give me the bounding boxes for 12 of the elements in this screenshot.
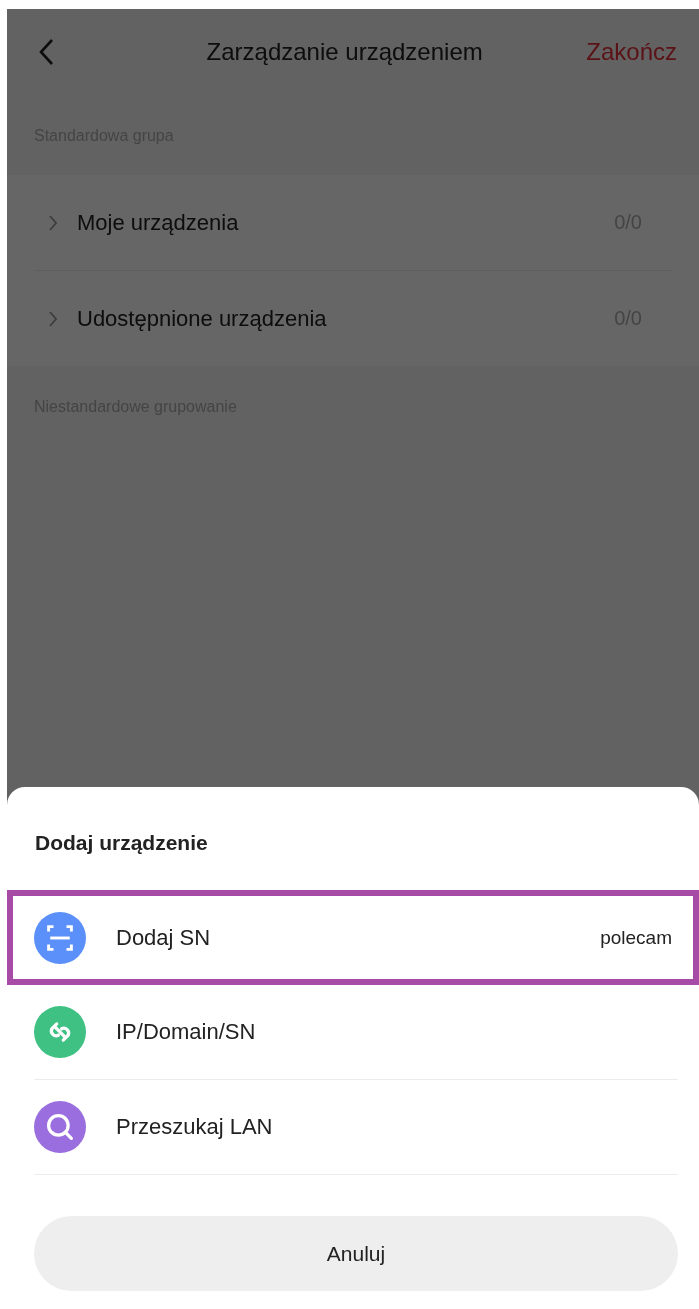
option-label: Przeszukaj LAN bbox=[116, 1114, 274, 1140]
option-row[interactable]: Dodaj SN polecam bbox=[7, 890, 699, 985]
group-name: Moje urządzenia bbox=[77, 209, 240, 236]
sheet-title: Dodaj urządzenie bbox=[34, 830, 209, 856]
option-row[interactable]: IP/Domain/SN bbox=[34, 985, 678, 1080]
option-label: Dodaj SN bbox=[116, 924, 212, 951]
group-name: Udostępnione urządzenia bbox=[77, 305, 328, 332]
recommended-label: polecam bbox=[600, 926, 672, 949]
page-title: Zarządzanie urządzeniem bbox=[205, 38, 484, 66]
option-label: IP/Domain/SN bbox=[116, 1019, 257, 1045]
option-row[interactable]: Przeszukaj LAN bbox=[34, 1080, 678, 1175]
cancel-button[interactable]: Anuluj bbox=[34, 1216, 678, 1291]
